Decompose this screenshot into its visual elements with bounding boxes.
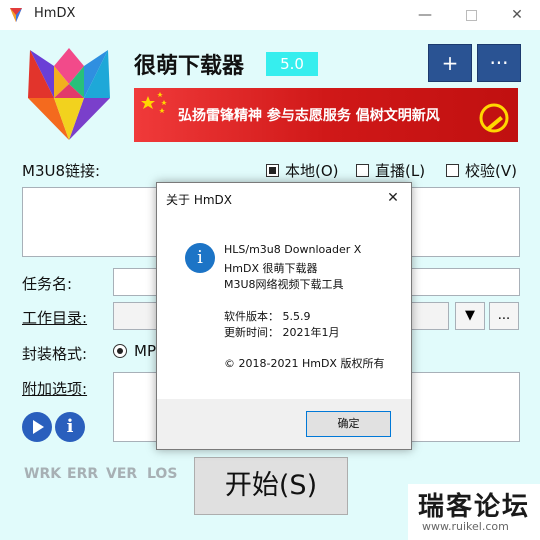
status-wrk: WRK — [24, 466, 62, 482]
checkbox-checked — [266, 164, 279, 177]
format-option-label: MP — [134, 342, 156, 360]
start-button[interactable]: 开始(S) — [194, 457, 348, 515]
info-icon[interactable]: i — [55, 412, 85, 442]
play-icon[interactable] — [22, 412, 52, 442]
app-title: 很萌下载器 — [134, 54, 245, 79]
dialog-line-product: HLS/m3u8 Downloader X — [224, 243, 362, 256]
local-checkbox[interactable]: 本地(O) — [266, 160, 339, 181]
version-badge: 5.0 — [266, 52, 318, 76]
dialog-line-desc: M3U8网络视频下载工具 — [224, 278, 344, 291]
watermark-text: 瑞客论坛 — [418, 492, 531, 522]
about-dialog: 关于 HmDX ✕ i HLS/m3u8 Downloader X HmDX 很… — [156, 182, 412, 450]
extra-options-label[interactable]: 附加选项: — [22, 378, 87, 399]
checkbox-unchecked — [446, 164, 459, 177]
workdir-dropdown-button[interactable]: ▼ — [455, 302, 485, 330]
workdir-label[interactable]: 工作目录: — [22, 307, 87, 328]
add-button[interactable]: + — [428, 44, 472, 82]
watermark: 瑞客论坛 www.ruikel.com — [408, 484, 540, 540]
checkbox-unchecked — [356, 164, 369, 177]
browse-button[interactable]: ... — [489, 302, 519, 330]
status-los: LOS — [147, 466, 178, 482]
format-radio-selected[interactable] — [113, 344, 127, 358]
m3u8-label: M3U8链接: — [22, 162, 101, 180]
dialog-updated: 更新时间： 2021年1月 — [224, 326, 340, 339]
local-checkbox-label: 本地(O) — [285, 162, 339, 180]
more-button[interactable]: ··· — [477, 44, 521, 82]
maximize-button[interactable] — [448, 0, 494, 30]
close-window-button[interactable]: ✕ — [494, 0, 540, 30]
dialog-copyright: © 2018-2021 HmDX 版权所有 — [224, 357, 385, 370]
title-bar: HmDX — ✕ — [0, 0, 540, 30]
verify-checkbox[interactable]: 校验(V) — [446, 160, 517, 181]
format-label: 封装格式: — [22, 345, 88, 363]
app-icon — [10, 8, 22, 22]
app-logo — [28, 48, 110, 140]
dialog-title-bar: 关于 HmDX ✕ — [157, 183, 411, 213]
status-err: ERR — [67, 466, 99, 482]
live-checkbox-label: 直播(L) — [375, 162, 426, 180]
dialog-body: i HLS/m3u8 Downloader X HmDX 很萌下载器 M3U8网… — [157, 213, 411, 399]
info-icon: i — [185, 243, 215, 273]
dialog-version: 软件版本： 5.5.9 — [224, 310, 311, 323]
dialog-title: 关于 HmDX — [166, 193, 232, 207]
close-icon[interactable]: ✕ — [379, 187, 407, 209]
dialog-line-name: HmDX 很萌下载器 — [224, 262, 318, 275]
verify-checkbox-label: 校验(V) — [465, 162, 517, 180]
task-name-label: 任务名: — [22, 275, 73, 293]
ok-button[interactable]: 确定 — [306, 411, 391, 437]
window-title: HmDX — [34, 6, 76, 21]
main-window: HmDX — ✕ 很萌下载器 5.0 + ··· 弘扬雷锋精神 参与志愿服务 倡… — [0, 0, 540, 540]
status-ver: VER — [106, 466, 138, 482]
banner-slogan: 弘扬雷锋精神 参与志愿服务 倡树文明新风 — [178, 108, 440, 124]
watermark-url: www.ruikel.com — [422, 520, 509, 533]
live-checkbox[interactable]: 直播(L) — [356, 160, 425, 181]
minimize-button[interactable]: — — [402, 0, 448, 30]
slogan-banner: 弘扬雷锋精神 参与志愿服务 倡树文明新风 — [134, 88, 518, 142]
